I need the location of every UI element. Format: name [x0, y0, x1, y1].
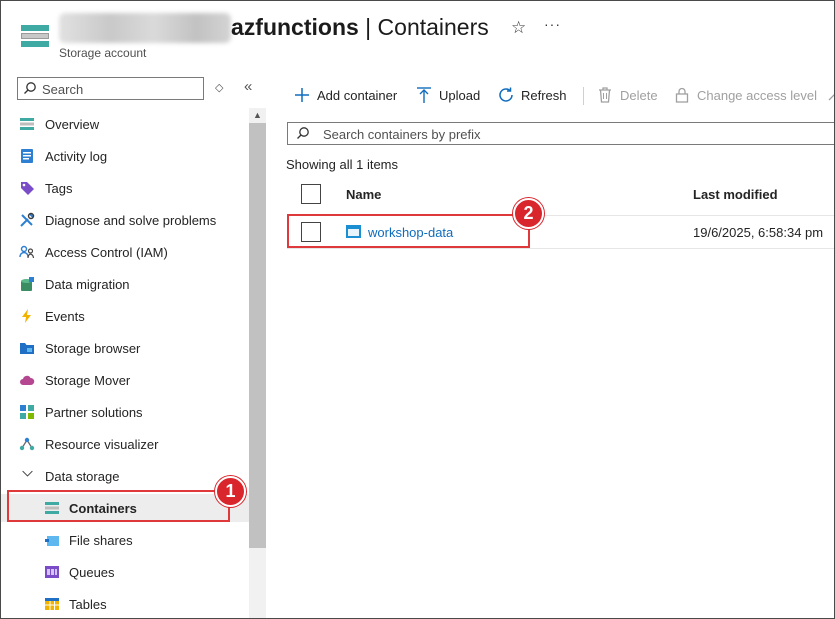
- app-window: azfunctions | Containers Storage account…: [0, 0, 835, 619]
- queue-icon: [45, 566, 59, 578]
- visualizer-icon: [19, 437, 35, 451]
- sidebar-group-data-storage[interactable]: Data storage: [1, 462, 249, 490]
- sidebar-item-data-migration[interactable]: Data migration: [1, 270, 249, 298]
- people-icon: [19, 245, 35, 259]
- sidebar-search-input[interactable]: Search: [17, 77, 204, 100]
- plus-icon: [295, 88, 309, 102]
- scroll-up-icon[interactable]: ▲: [253, 110, 262, 120]
- overview-icon: [20, 118, 34, 130]
- folder-icon: [20, 343, 34, 354]
- sidebar-item-file-shares[interactable]: File shares: [1, 526, 249, 554]
- trash-icon: [599, 87, 611, 103]
- toolbar-separator: [583, 87, 584, 105]
- toolbar-overflow-icon: [828, 94, 834, 101]
- sidebar-nav: Overview Activity log Tags Diagnose and …: [1, 108, 249, 618]
- tag-icon: [21, 182, 34, 195]
- partner-icon: [20, 405, 34, 419]
- sidebar-scrollbar-thumb[interactable]: [249, 123, 266, 548]
- star-icon[interactable]: ☆: [511, 18, 526, 38]
- sidebar-item-storage-browser[interactable]: Storage browser: [1, 334, 249, 362]
- sidebar-item-events[interactable]: Events: [1, 302, 249, 330]
- sidebar-item-queues[interactable]: Queues: [1, 558, 249, 586]
- refresh-icon: [499, 87, 513, 102]
- sidebar-item-overview[interactable]: Overview: [1, 110, 249, 138]
- file-share-icon: [45, 536, 59, 546]
- search-icon: [297, 127, 309, 139]
- sidebar-item-tables[interactable]: Tables: [1, 590, 249, 618]
- resource-type: Storage account: [59, 46, 147, 60]
- sidebar-item-partner-solutions[interactable]: Partner solutions: [1, 398, 249, 426]
- row-divider: [287, 248, 834, 249]
- wrench-icon: [20, 212, 35, 227]
- search-icon: [24, 82, 36, 94]
- sidebar-item-tags[interactable]: Tags: [1, 174, 249, 202]
- ellipsis-icon[interactable]: ···: [544, 16, 561, 32]
- redacted-title-prefix: [59, 13, 231, 43]
- container-search-input[interactable]: Search containers by prefix: [287, 122, 834, 145]
- chevron-down-icon: [22, 470, 33, 477]
- collapse-sidebar-icon[interactable]: «: [244, 78, 252, 95]
- container-last-modified: 19/6/2025, 6:58:34 pm: [693, 225, 824, 240]
- sort-toggle-icon[interactable]: ◇: [215, 81, 223, 94]
- table-icon: [45, 598, 59, 610]
- sidebar-item-activity-log[interactable]: Activity log: [1, 142, 249, 170]
- sidebar-item-iam[interactable]: Access Control (IAM): [1, 238, 249, 266]
- sidebar-item-resource-visualizer[interactable]: Resource visualizer: [1, 430, 249, 458]
- step-badge-2: 2: [513, 198, 544, 229]
- upload-icon: [417, 87, 431, 103]
- sidebar-item-diagnose[interactable]: Diagnose and solve problems: [1, 206, 249, 234]
- cloud-icon: [20, 375, 35, 385]
- sidebar-item-storage-mover[interactable]: Storage Mover: [1, 366, 249, 394]
- lock-icon: [675, 87, 689, 103]
- highlight-box-containers: [7, 490, 230, 522]
- step-badge-1: 1: [215, 476, 246, 507]
- lightning-icon: [22, 309, 31, 323]
- data-migration-icon: [21, 277, 34, 291]
- storage-account-icon: [21, 25, 49, 47]
- select-all-checkbox[interactable]: [301, 184, 321, 204]
- page-title: azfunctions | Containers: [231, 14, 489, 40]
- highlight-box-workshop-data: [287, 214, 530, 248]
- items-count: Showing all 1 items: [286, 157, 398, 172]
- activity-log-icon: [21, 149, 33, 163]
- column-header-last-modified[interactable]: Last modified: [693, 187, 778, 202]
- column-header-name[interactable]: Name: [346, 187, 381, 202]
